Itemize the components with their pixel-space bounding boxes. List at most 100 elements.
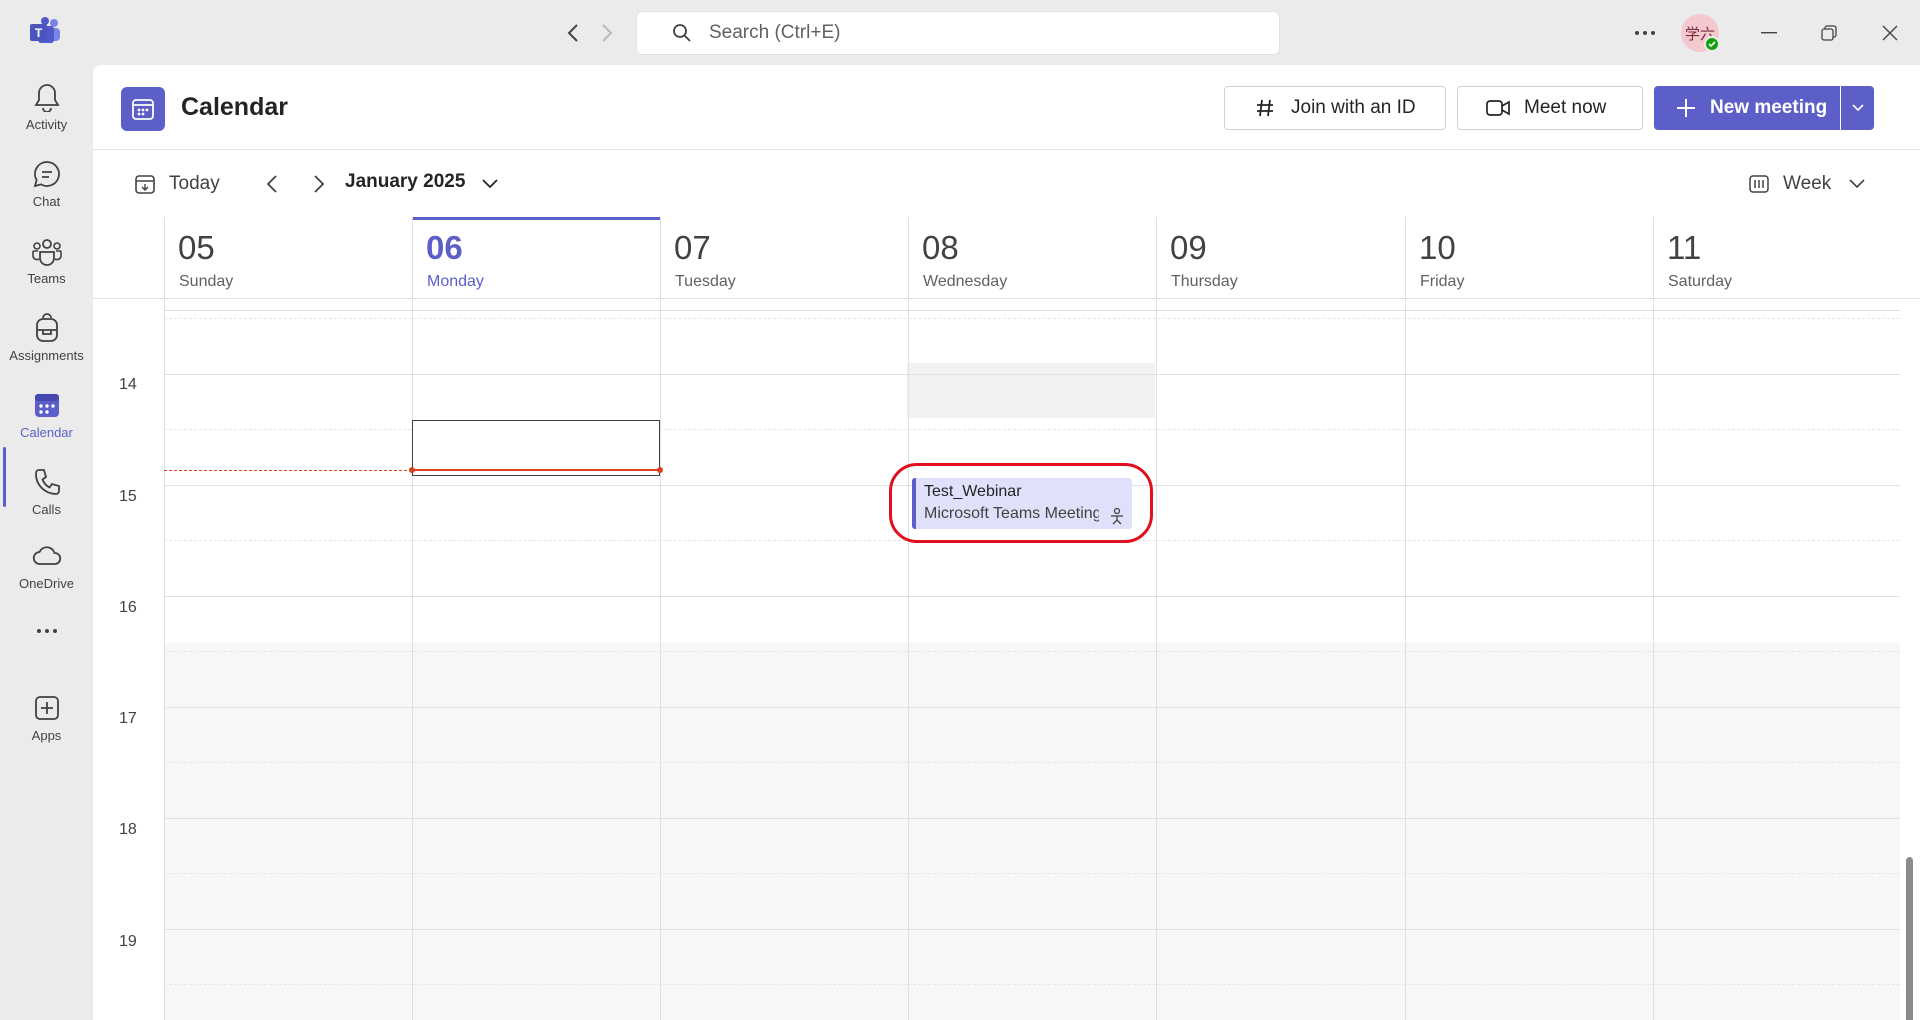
hour-label: 14 bbox=[119, 376, 137, 393]
new-meeting-label: New meeting bbox=[1710, 97, 1828, 118]
day-header-monday[interactable]: 06 Monday bbox=[412, 217, 660, 299]
title-bar: T Search (Ctrl+E) 学六 bbox=[0, 0, 1920, 65]
view-label: Week bbox=[1783, 173, 1832, 194]
cloud-icon bbox=[31, 540, 63, 572]
current-time-dot bbox=[409, 467, 415, 473]
current-time-line-today bbox=[412, 469, 660, 471]
close-icon[interactable] bbox=[1875, 18, 1905, 48]
chat-icon bbox=[31, 158, 63, 190]
time-grid[interactable]: 14 15 16 17 18 19 20 bbox=[93, 300, 1920, 1020]
rail-item-apps[interactable]: Apps bbox=[0, 682, 93, 759]
calendar-main: Calendar Join with an ID Meet now New me… bbox=[93, 65, 1920, 1020]
day-name: Wednesday bbox=[923, 273, 1008, 290]
day-name: Friday bbox=[1420, 273, 1465, 290]
video-camera-icon bbox=[1486, 96, 1510, 120]
rail-item-label: Apps bbox=[31, 728, 62, 743]
day-headers: 05 Sunday 06 Monday 07 Tuesday 08 Wednes… bbox=[93, 217, 1920, 299]
teams-icon bbox=[31, 235, 63, 267]
phone-icon bbox=[31, 466, 63, 498]
day-number: 07 bbox=[674, 229, 711, 266]
rail-item-onedrive[interactable]: OneDrive bbox=[0, 530, 93, 607]
join-with-id-button[interactable]: Join with an ID bbox=[1224, 86, 1446, 130]
hour-label: 19 bbox=[119, 933, 137, 950]
day-number: 06 bbox=[426, 229, 463, 266]
status-available-icon bbox=[1704, 36, 1720, 52]
day-name: Sunday bbox=[179, 273, 234, 290]
hour-label: 18 bbox=[119, 821, 137, 838]
calendar-icon bbox=[31, 389, 63, 421]
left-rail: Activity Chat Teams Assignments Calendar… bbox=[0, 65, 93, 1020]
rail-item-calls[interactable]: Calls bbox=[0, 456, 93, 533]
minimize-icon[interactable] bbox=[1754, 18, 1784, 48]
rail-item-label: Teams bbox=[27, 271, 66, 286]
join-with-id-label: Join with an ID bbox=[1291, 97, 1416, 118]
current-time-dot bbox=[657, 467, 663, 473]
calendar-header: Calendar Join with an ID Meet now New me… bbox=[93, 65, 1920, 150]
rail-item-label: Calls bbox=[32, 502, 61, 517]
rail-more-apps[interactable] bbox=[0, 605, 93, 655]
today-indicator bbox=[413, 217, 660, 220]
view-switcher-button[interactable]: Week bbox=[1747, 169, 1869, 199]
new-meeting-dropdown[interactable] bbox=[1841, 86, 1874, 130]
meet-now-button[interactable]: Meet now bbox=[1457, 86, 1643, 130]
day-name: Saturday bbox=[1668, 273, 1733, 290]
day-number: 10 bbox=[1419, 229, 1456, 266]
chevron-down-icon bbox=[1851, 104, 1864, 112]
day-header-friday[interactable]: 10 Friday bbox=[1405, 217, 1653, 299]
search-input[interactable]: Search (Ctrl+E) bbox=[636, 11, 1280, 55]
rail-item-label: Chat bbox=[32, 194, 61, 209]
day-number: 08 bbox=[922, 229, 959, 266]
rail-item-label: OneDrive bbox=[19, 576, 74, 591]
month-label[interactable]: January 2025 bbox=[345, 171, 465, 193]
rail-item-label: Assignments bbox=[9, 348, 84, 363]
more-icon bbox=[31, 615, 63, 647]
day-header-tuesday[interactable]: 07 Tuesday bbox=[660, 217, 908, 299]
day-columns bbox=[164, 300, 1900, 1020]
day-header-thursday[interactable]: 09 Thursday bbox=[1156, 217, 1405, 299]
selected-time-slot[interactable] bbox=[412, 420, 660, 476]
day-name: Thursday bbox=[1171, 273, 1238, 290]
day-name: Monday bbox=[427, 273, 484, 290]
bell-icon bbox=[31, 81, 63, 113]
calendar-toolbar: Today January 2025 Week bbox=[93, 151, 1920, 217]
chevron-down-icon[interactable] bbox=[475, 169, 505, 199]
rail-item-label: Activity bbox=[25, 117, 68, 132]
calendar-app-icon bbox=[121, 87, 165, 131]
day-number: 11 bbox=[1667, 229, 1702, 266]
rail-item-assignments[interactable]: Assignments bbox=[0, 302, 93, 379]
rail-item-teams[interactable]: Teams bbox=[0, 225, 93, 302]
current-time-line bbox=[164, 470, 412, 471]
backpack-icon bbox=[31, 312, 63, 344]
teams-logo-icon: T bbox=[28, 16, 62, 48]
rail-item-label: Calendar bbox=[20, 425, 73, 440]
page-title: Calendar bbox=[181, 93, 288, 121]
plus-icon bbox=[1674, 96, 1698, 120]
next-week-icon[interactable] bbox=[304, 169, 334, 199]
day-header-wednesday[interactable]: 08 Wednesday bbox=[908, 217, 1156, 299]
new-meeting-button[interactable]: New meeting bbox=[1654, 86, 1840, 130]
forward-arrow-icon[interactable] bbox=[592, 18, 622, 48]
hour-label: 17 bbox=[119, 710, 137, 727]
hour-label: 16 bbox=[119, 599, 137, 616]
rail-item-chat[interactable]: Chat bbox=[0, 148, 93, 225]
restore-icon[interactable] bbox=[1814, 18, 1844, 48]
today-label: Today bbox=[169, 173, 220, 194]
vertical-scrollbar[interactable] bbox=[1906, 857, 1913, 1020]
svg-text:T: T bbox=[35, 26, 43, 40]
day-name: Tuesday bbox=[675, 273, 736, 290]
today-button[interactable]: Today bbox=[133, 169, 220, 199]
meet-now-label: Meet now bbox=[1524, 97, 1607, 118]
more-options-icon[interactable] bbox=[1630, 18, 1660, 48]
day-header-sunday[interactable]: 05 Sunday bbox=[164, 217, 412, 299]
add-apps-icon bbox=[31, 692, 63, 724]
day-header-saturday[interactable]: 11 Saturday bbox=[1653, 217, 1920, 299]
day-number: 05 bbox=[178, 229, 215, 266]
search-icon bbox=[671, 22, 693, 44]
search-placeholder: Search (Ctrl+E) bbox=[709, 22, 841, 43]
hour-label: 15 bbox=[119, 488, 137, 505]
rail-item-calendar[interactable]: Calendar bbox=[0, 379, 93, 456]
back-arrow-icon[interactable] bbox=[558, 18, 588, 48]
rail-item-activity[interactable]: Activity bbox=[0, 71, 93, 148]
calendar-today-icon bbox=[133, 172, 157, 196]
previous-week-icon[interactable] bbox=[257, 169, 287, 199]
